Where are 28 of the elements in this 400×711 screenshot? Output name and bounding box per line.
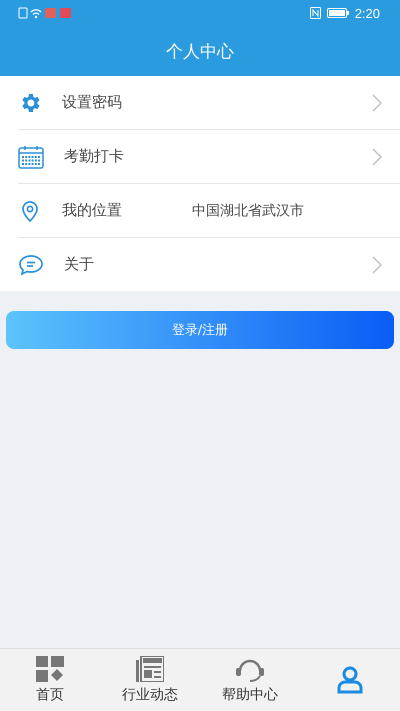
chevron-right-icon: [372, 148, 382, 166]
tab-item[interactable]: 帮助中心: [200, 649, 300, 711]
status-time: 2:20: [354, 6, 380, 20]
notification-icons: [18, 7, 74, 19]
tab-item[interactable]: 行业动态: [100, 649, 200, 711]
menu-label: 考勤打卡: [64, 147, 125, 166]
tab-label: 行业动态: [122, 686, 178, 704]
menu-item[interactable]: 设置密码: [18, 76, 400, 130]
tab-label: 首页: [36, 686, 64, 704]
battery-icon: [326, 8, 349, 18]
menu-item[interactable]: 关于: [18, 238, 400, 291]
tab-item[interactable]: 首页: [0, 649, 100, 711]
menu-item[interactable]: 我的位置 中国湖北省武汉市: [18, 184, 400, 238]
page-title: 个人中心: [166, 40, 234, 62]
menu-label: 我的位置: [62, 201, 123, 220]
grid-icon: [36, 656, 64, 682]
newspaper-icon: [136, 656, 164, 682]
nfc-icon: [310, 7, 321, 19]
menu-label: 关于: [64, 255, 95, 274]
location-value: 中国湖北省武汉市: [192, 202, 304, 220]
calendar-icon: [18, 144, 44, 168]
menu-label: 设置密码: [62, 93, 123, 112]
menu-item[interactable]: 考勤打卡: [18, 130, 400, 184]
tab-label: 帮助中心: [222, 686, 278, 704]
chat-bubble-icon: [18, 252, 44, 276]
chevron-right-icon: [372, 256, 382, 274]
chevron-right-icon: [372, 94, 382, 112]
user-icon: [336, 666, 364, 694]
